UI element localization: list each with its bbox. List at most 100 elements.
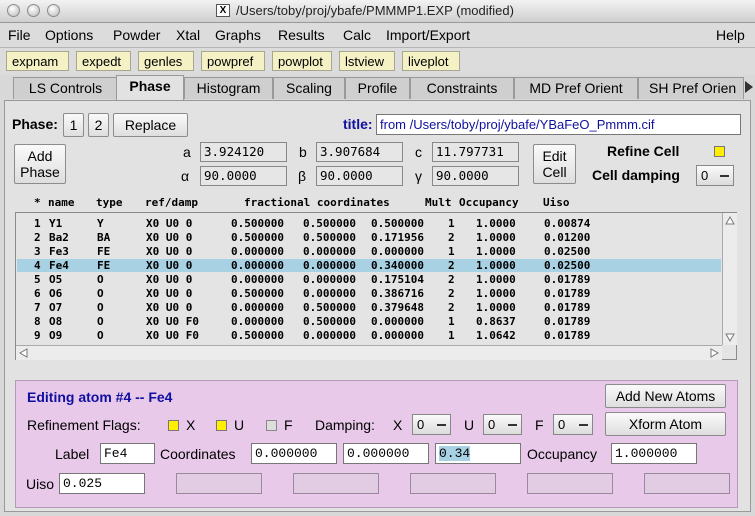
tab-profile[interactable]: Profile bbox=[345, 77, 410, 99]
tab-sh-pref-orient[interactable]: SH Pref Orien bbox=[638, 77, 744, 99]
phase-title-input[interactable]: from /Users/toby/proj/ybafe/YBaFeO_Pmmm.… bbox=[376, 114, 741, 135]
add-phase-line2: Phase bbox=[20, 164, 60, 180]
menu-graphs[interactable]: Graphs bbox=[215, 27, 261, 43]
row-coord-x: 0.500000 bbox=[231, 329, 284, 342]
damping-f-menu[interactable]: 0 bbox=[553, 414, 593, 435]
row-type: O bbox=[97, 329, 104, 342]
close-window-button[interactable] bbox=[7, 4, 20, 17]
row-coord-y: 0.000000 bbox=[303, 259, 356, 272]
tab-md-pref-orient[interactable]: MD Pref Orient bbox=[514, 77, 638, 99]
refine-cell-checkbox[interactable] bbox=[714, 146, 725, 157]
row-number: 5 bbox=[34, 273, 41, 286]
occupancy-input[interactable]: 1.000000 bbox=[611, 443, 697, 464]
cell-c-label: c bbox=[415, 144, 422, 160]
damping-u-value: 0 bbox=[488, 417, 496, 432]
table-row[interactable]: 1 Y1 Y X0 U0 0 0.500000 0.500000 0.500000 1 1.00… bbox=[17, 217, 721, 230]
add-new-atoms-button[interactable]: Add New Atoms bbox=[605, 384, 726, 408]
table-row[interactable]: 6 O6 O X0 U0 0 0.500000 0.000000 0.386716 2 1.00… bbox=[17, 287, 721, 300]
cell-gamma-label: γ bbox=[415, 168, 422, 184]
flag-f-checkbox[interactable] bbox=[266, 420, 277, 431]
table-row[interactable]: 9 O9 O X0 U0 F0 0.500000 0.000000 0.000000 1 1.0… bbox=[17, 329, 721, 342]
disabled-field-5 bbox=[644, 473, 730, 494]
tab-ls-controls[interactable]: LS Controls bbox=[13, 77, 118, 99]
minimize-window-button[interactable] bbox=[27, 4, 40, 17]
row-coord-z: 0.386716 bbox=[371, 287, 424, 300]
edit-cell-button[interactable]: Edit Cell bbox=[533, 144, 576, 184]
tab-histogram[interactable]: Histogram bbox=[184, 77, 273, 99]
atoms-table-vertical-scrollbar[interactable] bbox=[722, 213, 737, 345]
menu-results[interactable]: Results bbox=[278, 27, 325, 43]
table-row[interactable]: 7 O7 O X0 U0 0 0.000000 0.500000 0.379648 2 1.00… bbox=[17, 301, 721, 314]
row-coord-z: 0.000000 bbox=[371, 315, 424, 328]
tab-constraints[interactable]: Constraints bbox=[410, 77, 514, 99]
expnam-button[interactable]: expnam bbox=[6, 51, 69, 71]
uiso-input[interactable]: 0.025 bbox=[59, 473, 145, 494]
cell-damping-menu[interactable]: 0 bbox=[696, 165, 734, 186]
table-row[interactable]: 5 O5 O X0 U0 0 0.000000 0.000000 0.175104 2 1.00… bbox=[17, 273, 721, 286]
phase-1-button[interactable]: 1 bbox=[63, 113, 84, 137]
edit-cell-line2: Cell bbox=[542, 164, 567, 180]
flag-x-checkbox[interactable] bbox=[168, 420, 179, 431]
scroll-arrows-horizontal-icon bbox=[18, 348, 720, 358]
coordinate-z-input[interactable]: 0.34 bbox=[435, 443, 521, 464]
row-refdamp: X0 U0 0 bbox=[146, 301, 193, 314]
header-coords: fractional coordinates bbox=[244, 196, 390, 209]
row-refdamp: X0 U0 0 bbox=[146, 231, 193, 244]
row-coord-z: 0.340000 bbox=[371, 259, 424, 272]
add-phase-button[interactable]: Add Phase bbox=[14, 144, 66, 184]
cell-alpha-label: α bbox=[181, 168, 190, 184]
phase-2-button[interactable]: 2 bbox=[88, 113, 109, 137]
row-mult: 1 bbox=[448, 329, 455, 342]
row-coord-x: 0.000000 bbox=[231, 245, 284, 258]
flag-f-label: F bbox=[284, 417, 293, 433]
menu-import-export[interactable]: Import/Export bbox=[386, 27, 470, 43]
row-occupancy: 1.0000 bbox=[476, 245, 516, 258]
row-uiso: 0.01789 bbox=[544, 287, 591, 300]
table-row[interactable]: 3 Fe3 FE X0 U0 0 0.000000 0.000000 0.000000 1 1.… bbox=[17, 245, 721, 258]
coordinate-y-input[interactable]: 0.000000 bbox=[343, 443, 429, 464]
row-name: Y1 bbox=[49, 217, 63, 230]
row-number: 8 bbox=[34, 315, 41, 328]
zoom-window-button[interactable] bbox=[47, 4, 60, 17]
cell-b-value: 3.907684 bbox=[316, 142, 403, 162]
flag-u-checkbox[interactable] bbox=[216, 420, 227, 431]
cell-damping-value: 0 bbox=[701, 168, 709, 183]
table-row[interactable]: 2 Ba2 BA X0 U0 0 0.500000 0.500000 0.171956 2 1.… bbox=[17, 231, 721, 244]
row-uiso: 0.02500 bbox=[544, 259, 591, 272]
table-row[interactable]: 4 Fe4 FE X0 U0 0 0.000000 0.000000 0.340000 2 1.… bbox=[17, 259, 721, 272]
row-type: FE bbox=[97, 259, 111, 272]
row-coord-z: 0.000000 bbox=[371, 245, 424, 258]
replace-button[interactable]: Replace bbox=[113, 113, 188, 137]
row-occupancy: 1.0000 bbox=[476, 287, 516, 300]
lstview-button[interactable]: lstview bbox=[339, 51, 395, 71]
menu-options[interactable]: Options bbox=[45, 27, 93, 43]
tab-scaling[interactable]: Scaling bbox=[273, 77, 345, 99]
label-input[interactable]: Fe4 bbox=[100, 443, 155, 464]
menu-xtal[interactable]: Xtal bbox=[176, 27, 200, 43]
damping-u-menu[interactable]: 0 bbox=[483, 414, 522, 435]
menu-calc[interactable]: Calc bbox=[343, 27, 371, 43]
tab-scroll-right-icon[interactable] bbox=[745, 81, 753, 93]
powplot-button[interactable]: powplot bbox=[272, 51, 332, 71]
row-uiso: 0.02500 bbox=[544, 245, 591, 258]
tab-phase[interactable]: Phase bbox=[116, 75, 184, 100]
coordinate-x-input[interactable]: 0.000000 bbox=[251, 443, 337, 464]
expedt-button[interactable]: expedt bbox=[76, 51, 131, 71]
menu-help[interactable]: Help bbox=[716, 27, 745, 43]
table-row[interactable]: 8 O8 O X0 U0 F0 0.000000 0.500000 0.000000 1 0.8… bbox=[17, 315, 721, 328]
row-coord-z: 0.000000 bbox=[371, 329, 424, 342]
liveplot-button[interactable]: liveplot bbox=[402, 51, 460, 71]
menu-file[interactable]: File bbox=[8, 27, 31, 43]
row-occupancy: 1.0000 bbox=[476, 217, 516, 230]
powpref-button[interactable]: powpref bbox=[201, 51, 265, 71]
row-number: 6 bbox=[34, 287, 41, 300]
xform-atom-button[interactable]: Xform Atom bbox=[605, 412, 726, 436]
menu-powder[interactable]: Powder bbox=[113, 27, 160, 43]
refinement-flags-label: Refinement Flags: bbox=[27, 417, 141, 433]
damping-x-menu[interactable]: 0 bbox=[412, 414, 451, 435]
atoms-table-horizontal-scrollbar[interactable] bbox=[16, 345, 722, 360]
header-mult: Mult bbox=[425, 196, 452, 209]
genles-button[interactable]: genles bbox=[138, 51, 194, 71]
row-mult: 2 bbox=[448, 259, 455, 272]
atoms-table: 1 Y1 Y X0 U0 0 0.500000 0.500000 0.500000 1 1.00… bbox=[15, 212, 737, 360]
